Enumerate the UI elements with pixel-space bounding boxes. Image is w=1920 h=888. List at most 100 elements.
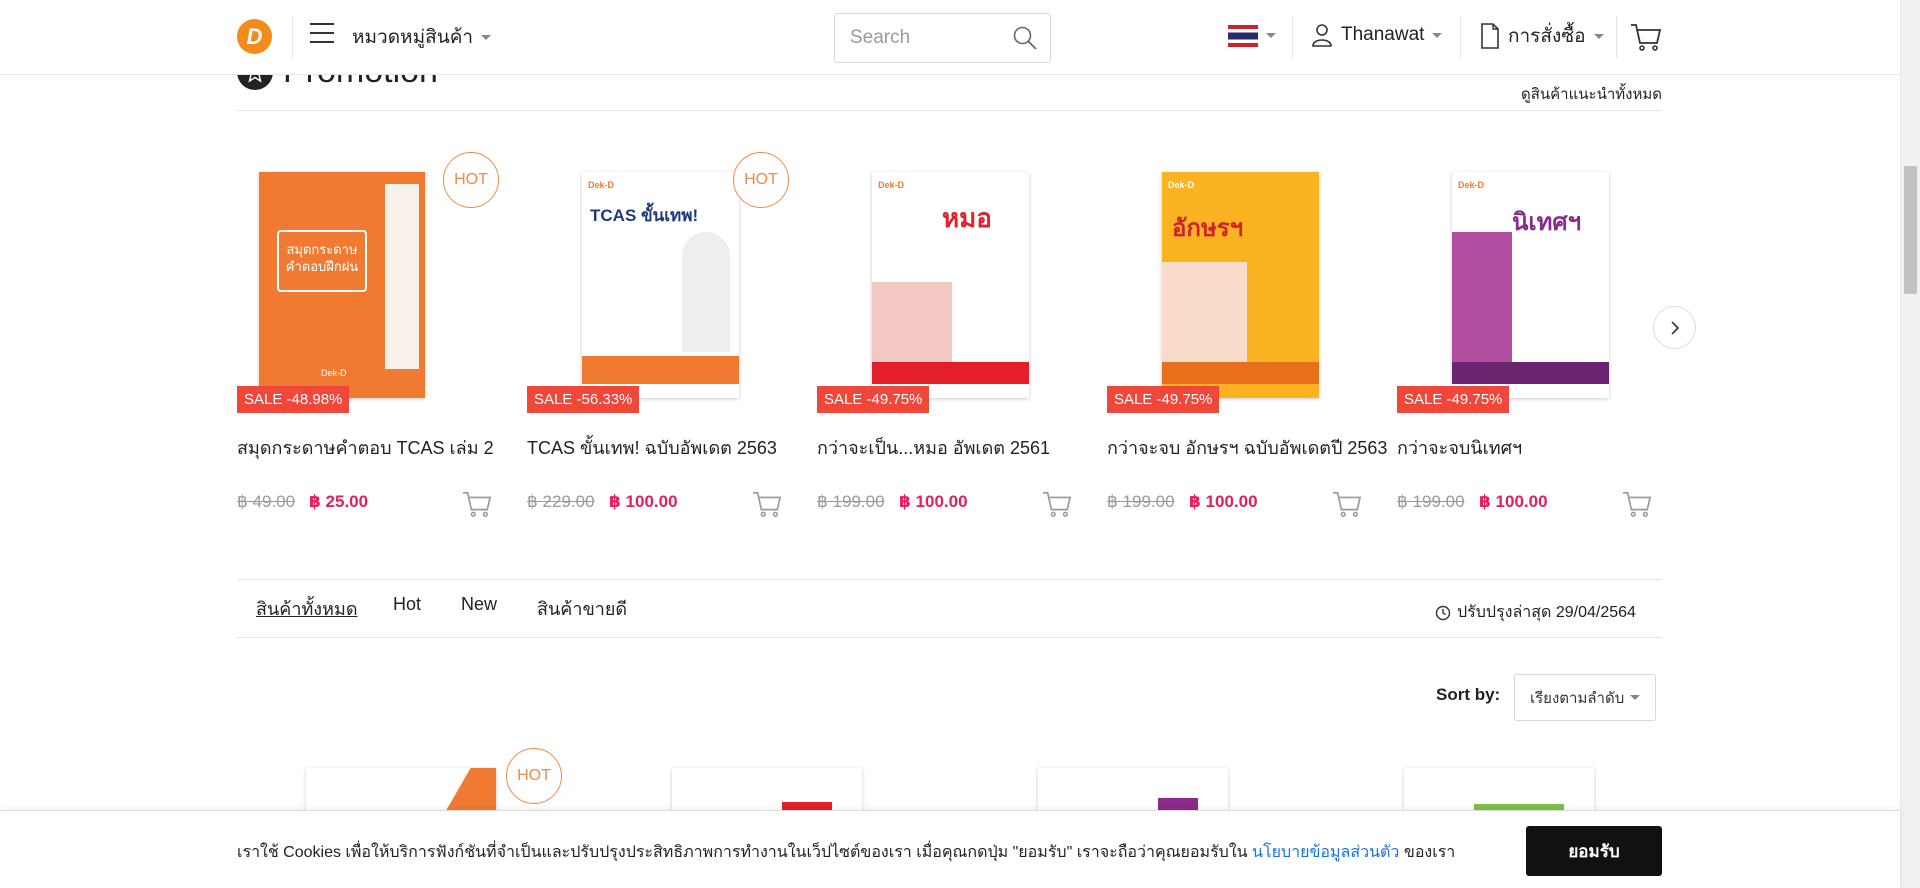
divider <box>237 110 1662 111</box>
old-price: ฿ 199.00 <box>1397 492 1465 511</box>
hot-badge: HOT <box>733 152 789 208</box>
cover-brand: Dek-D <box>321 368 347 378</box>
tab-hot[interactable]: Hot <box>393 594 421 615</box>
privacy-policy-link[interactable]: นโยบายข้อมูลส่วนตัว <box>1252 844 1399 861</box>
category-menu-label: หมวดหมู่สินค้า <box>352 27 474 48</box>
category-menu[interactable]: หมวดหมู่สินค้า <box>352 22 492 52</box>
cover-title: หมอ <box>942 203 992 233</box>
product-cover[interactable]: Dek-D TCAS ขั้นเทพ! <box>582 172 739 398</box>
cover-footer <box>1162 362 1319 384</box>
tab-best-sellers[interactable]: สินค้าขายดี <box>537 594 627 623</box>
chevron-down-icon <box>1593 33 1604 39</box>
old-price: ฿ 229.00 <box>527 492 595 511</box>
old-price: ฿ 199.00 <box>817 492 885 511</box>
page: D หมวดหมู่สินค้า Search Thanawat การสั่ง… <box>0 0 1920 888</box>
cookie-message: เราใช้ Cookies เพื่อให้บริการฟังก์ชันที่… <box>237 840 1455 865</box>
orders-menu[interactable]: การสั่งซื้อ <box>1480 21 1604 51</box>
new-price: ฿ 100.00 <box>1479 492 1548 511</box>
cover-brand: Dek-D <box>588 180 615 190</box>
add-to-cart-icon[interactable] <box>462 490 492 518</box>
product-card[interactable]: Dek-D TCAS ขั้นเทพ! HOT SALE -56.33% TCA… <box>527 150 797 530</box>
divider <box>292 16 293 58</box>
chevron-right-icon <box>1670 320 1679 335</box>
add-to-cart-icon[interactable] <box>1622 490 1652 518</box>
tab-new[interactable]: New <box>461 594 497 615</box>
see-all-link[interactable]: ดูสินค้าแนะนำทั้งหมด <box>1521 82 1662 106</box>
search-input[interactable] <box>850 27 1005 49</box>
carousel-next-button[interactable] <box>1653 306 1696 349</box>
sale-badge: SALE -49.75% <box>1397 386 1510 413</box>
product-cover[interactable]: Dek-D หมอ <box>872 172 1029 398</box>
search-icon[interactable] <box>1012 25 1038 51</box>
chevron-down-icon <box>1432 32 1443 38</box>
sort-selected-value: เรียงตามลำดับ <box>1530 689 1625 707</box>
doctor-photo <box>872 282 952 372</box>
last-updated: ปรับปรุงล่าสุด 29/04/2564 <box>1435 600 1636 625</box>
cookie-text: เราใช้ Cookies เพื่อให้บริการฟังก์ชันที่… <box>237 844 1248 861</box>
new-price: ฿ 25.00 <box>309 492 369 511</box>
new-price: ฿ 100.00 <box>899 492 968 511</box>
product-name[interactable]: กว่าจะจบนิเทศฯ <box>1397 433 1522 462</box>
product-card[interactable]: Dek-D อักษรฯ SALE -49.75% กว่าจะจบ อักษร… <box>1107 150 1387 530</box>
add-to-cart-icon[interactable] <box>1042 490 1072 518</box>
user-menu[interactable]: Thanawat <box>1311 23 1443 47</box>
hot-badge: HOT <box>506 748 562 804</box>
student-photo <box>682 232 730 352</box>
sale-badge: SALE -49.75% <box>817 386 930 413</box>
cart-icon[interactable] <box>1630 22 1662 52</box>
sort-label: Sort by: <box>1436 685 1501 704</box>
product-name[interactable]: กว่าจะจบ อักษรฯ ฉบับอัพเดตปี 2563 <box>1107 433 1387 462</box>
menu-icon[interactable] <box>310 23 334 45</box>
cover-purple-band <box>1452 232 1512 372</box>
search-box[interactable] <box>834 13 1051 63</box>
sale-badge: SALE -48.98% <box>237 386 350 413</box>
cover-title: อักษรฯ <box>1172 215 1244 242</box>
cover-footer <box>1452 362 1609 384</box>
answer-sheet-graphic <box>385 184 419 369</box>
clock-icon <box>1435 605 1451 620</box>
old-price: ฿ 199.00 <box>1107 492 1175 511</box>
sale-badge: SALE -49.75% <box>1107 386 1220 413</box>
cover-footer <box>872 362 1029 384</box>
cover-brand: Dek-D <box>1458 180 1485 190</box>
chevron-down-icon[interactable] <box>1266 33 1276 38</box>
product-card[interactable]: Dek-D หมอ SALE -49.75% กว่าจะเป็น...หมอ … <box>817 150 1087 530</box>
dekd-logo[interactable]: D <box>237 19 272 54</box>
scrollbar-thumb[interactable] <box>1904 166 1917 294</box>
add-to-cart-icon[interactable] <box>752 490 782 518</box>
cover-title: นิเทศฯ <box>1512 209 1582 236</box>
old-price: ฿ 49.00 <box>237 492 296 511</box>
product-cover[interactable]: Dek-D นิเทศฯ <box>1452 172 1609 398</box>
thai-flag-icon[interactable] <box>1228 25 1258 47</box>
product-cover[interactable]: สมุดกระดาษ คำตอบฝึกฝน Dek-D <box>259 172 425 398</box>
sale-badge: SALE -56.33% <box>527 386 640 413</box>
product-name[interactable]: TCAS ขั้นเทพ! ฉบับอัพเดต 2563 <box>527 433 777 462</box>
cover-brand: Dek-D <box>1168 180 1195 190</box>
top-navbar: D หมวดหมู่สินค้า Search Thanawat การสั่ง… <box>0 0 1900 75</box>
divider <box>1616 16 1617 58</box>
cookie-consent-bar: เราใช้ Cookies เพื่อให้บริการฟังก์ชันที่… <box>0 810 1900 888</box>
cover-title: TCAS ขั้นเทพ! <box>590 206 699 225</box>
product-name[interactable]: กว่าจะเป็น...หมอ อัพเดต 2561 <box>817 433 1050 462</box>
user-icon <box>1312 24 1332 47</box>
document-icon <box>1481 23 1499 49</box>
product-name[interactable]: สมุดกระดาษคำตอบ TCAS เล่ม 2 <box>237 433 494 462</box>
sort-select[interactable]: เรียงตามลำดับ <box>1514 674 1656 721</box>
cover-title: สมุดกระดาษ คำตอบฝึกฝน <box>277 230 367 292</box>
product-card[interactable]: สมุดกระดาษ คำตอบฝึกฝน Dek-D HOT SALE -48… <box>237 150 507 530</box>
product-card[interactable]: Dek-D นิเทศฯ SALE -49.75% กว่าจะจบนิเทศฯ… <box>1397 150 1667 530</box>
tab-all-products[interactable]: สินค้าทั้งหมด <box>256 594 358 623</box>
new-price: ฿ 100.00 <box>1189 492 1258 511</box>
divider <box>1292 16 1293 58</box>
divider <box>1460 16 1461 58</box>
product-cover[interactable]: Dek-D อักษรฯ <box>1162 172 1319 398</box>
cover-footer <box>582 356 739 384</box>
hot-badge: HOT <box>443 152 499 208</box>
chevron-down-icon <box>481 34 492 40</box>
divider <box>237 579 1662 580</box>
accept-cookies-button[interactable]: ยอมรับ <box>1526 826 1662 876</box>
add-to-cart-icon[interactable] <box>1332 490 1362 518</box>
page-scrollbar[interactable] <box>1900 0 1920 888</box>
last-updated-text: ปรับปรุงล่าสุด 29/04/2564 <box>1457 604 1636 621</box>
new-price: ฿ 100.00 <box>609 492 678 511</box>
